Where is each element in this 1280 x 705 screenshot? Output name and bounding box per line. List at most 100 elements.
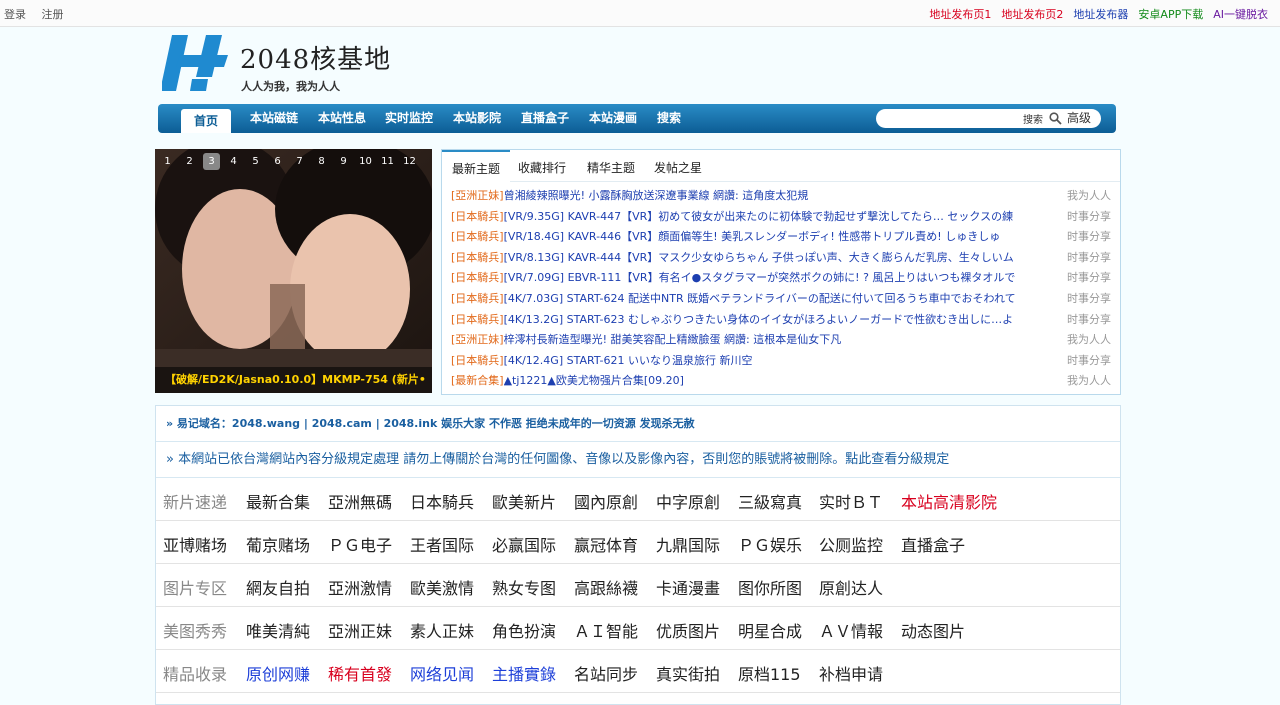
forum-board-link[interactable]: 最新合集 [246, 489, 310, 513]
search-button[interactable]: 搜索 [1023, 111, 1043, 126]
thread-author[interactable]: 时事分享 [1067, 227, 1111, 247]
slide-page-8[interactable]: 8 [313, 153, 330, 170]
thread-title[interactable]: [VR/18.4G] KAVR-446【VR】顔面偏等生! 美乳スレンダーボディ… [504, 227, 1001, 247]
site-logo[interactable]: 2048核基地 人人为我，我为人人 [162, 33, 422, 97]
forum-board-link[interactable]: 图你所图 [738, 575, 802, 599]
slide-page-10[interactable]: 10 [357, 153, 374, 170]
slide-page-12[interactable]: 12 [401, 153, 418, 170]
forum-board-link[interactable]: 熟女专图 [492, 575, 556, 599]
thread-category[interactable]: [亞洲正妹] [451, 333, 504, 346]
advanced-search-link[interactable]: 高级 [1067, 109, 1091, 126]
forum-board-link[interactable]: 歐美新片 [492, 489, 556, 513]
thread-category[interactable]: [日本騎兵] [451, 354, 504, 367]
top-link[interactable]: 地址发布器 [1073, 8, 1128, 21]
forum-board-link[interactable]: 稀有首發 [328, 661, 392, 685]
thread-author[interactable]: 时事分享 [1067, 248, 1111, 268]
forum-board-link[interactable]: 原创网赚 [246, 661, 310, 685]
thread-category[interactable]: [日本騎兵] [451, 251, 504, 264]
login-link[interactable]: 登录 [4, 8, 26, 21]
forum-board-link[interactable]: 亞洲正妹 [328, 618, 392, 642]
slide-page-11[interactable]: 11 [379, 153, 396, 170]
thread-title[interactable]: 曾湘綾辣照曝光! 小露酥胸放送深遼事業線 網讚: 這角度太犯規 [504, 186, 809, 206]
nav-item-magnet[interactable]: 本站磁链 [250, 104, 298, 133]
search-icon[interactable] [1049, 112, 1062, 125]
slide-page-6[interactable]: 6 [269, 153, 286, 170]
forum-board-link[interactable]: 真实街拍 [656, 661, 720, 685]
search-input[interactable] [884, 111, 1014, 126]
forum-board-link[interactable]: 原档115 [738, 661, 801, 685]
thread-title[interactable]: [VR/8.13G] KAVR-444【VR】マスク少女ゆらちゃん 子供っぽい声… [504, 248, 1014, 268]
tab-star-posters[interactable]: 发帖之星 [654, 159, 702, 176]
thread-category[interactable]: [日本騎兵] [451, 271, 504, 284]
thread-title[interactable]: [VR/9.35G] KAVR-447【VR】初めて彼女が出来たのに初体験で勃起… [504, 207, 1014, 227]
forum-board-link[interactable]: 日本騎兵 [410, 489, 474, 513]
thread-category[interactable]: [日本騎兵] [451, 313, 504, 326]
thread-category[interactable]: [日本騎兵] [451, 230, 504, 243]
thread-title[interactable]: [VR/7.09G] EBVR-111【VR】有名イ●スタグラマーが突然ボクの姉… [504, 268, 1016, 288]
forum-board-link[interactable]: 卡通漫畫 [656, 575, 720, 599]
thread-author[interactable]: 时事分享 [1067, 310, 1111, 330]
thread-category[interactable]: [亞洲正妹] [451, 189, 504, 202]
tab-latest[interactable]: 最新主题 [442, 150, 510, 182]
forum-board-link[interactable]: 赢冠体育 [574, 532, 638, 556]
slide-page-7[interactable]: 7 [291, 153, 308, 170]
thread-title[interactable]: [4K/13.2G] START-623 むしゃぶりつきたい身体のイイ女がほろよ… [504, 310, 1014, 330]
forum-board-link[interactable]: 歐美激情 [410, 575, 474, 599]
thread-title[interactable]: ▲tj1221▲欧美尤物强片合集[09.20] [504, 371, 684, 391]
forum-board-link[interactable]: 主播實錄 [492, 661, 556, 685]
forum-board-link[interactable]: 王者国际 [410, 532, 474, 556]
forum-board-link[interactable]: 三級寫真 [738, 489, 802, 513]
forum-board-link[interactable]: 优质图片 [656, 618, 720, 642]
forum-board-link[interactable]: 实时ＢＴ [819, 489, 883, 513]
thread-category[interactable]: [日本騎兵] [451, 210, 504, 223]
slide-page-5[interactable]: 5 [247, 153, 264, 170]
top-link[interactable]: AI一键脱衣 [1213, 8, 1268, 21]
forum-board-link[interactable]: 网络见闻 [410, 661, 474, 685]
forum-board-link[interactable]: 本站高清影院 [901, 489, 997, 513]
forum-board-link[interactable]: 中字原創 [656, 489, 720, 513]
top-link[interactable]: 安卓APP下载 [1138, 8, 1203, 21]
thread-title[interactable]: 梓澪村長新造型曝光! 甜美笑容配上精緻臉蛋 網讚: 這根本是仙女下凡 [504, 330, 842, 350]
slide-page-9[interactable]: 9 [335, 153, 352, 170]
nav-item-home[interactable]: 首页 [181, 109, 231, 133]
forum-board-link[interactable]: 角色扮演 [492, 618, 556, 642]
forum-board-link[interactable]: 直播盒子 [901, 532, 965, 556]
slide-image[interactable] [155, 149, 432, 393]
thread-author[interactable]: 时事分享 [1067, 268, 1111, 288]
featured-slideshow[interactable]: 1 2 3 4 5 6 7 8 9 10 11 12 【破解/ED2K/Jasna0.10.0】MKM… [155, 149, 432, 393]
register-link[interactable]: 注册 [42, 8, 64, 21]
forum-board-link[interactable]: 唯美清純 [246, 618, 310, 642]
thread-author[interactable]: 我为人人 [1067, 330, 1111, 350]
nav-item-monitor[interactable]: 实时监控 [385, 104, 433, 133]
forum-board-link[interactable]: 素人正妹 [410, 618, 474, 642]
thread-title[interactable]: [4K/7.03G] START-624 配送中NTR 既婚ベテランドライバーの… [504, 289, 1016, 309]
slide-page-2[interactable]: 2 [181, 153, 198, 170]
thread-author[interactable]: 时事分享 [1067, 289, 1111, 309]
tab-favorites[interactable]: 收藏排行 [518, 159, 566, 176]
forum-board-link[interactable]: 網友自拍 [246, 575, 310, 599]
forum-board-link[interactable]: 名站同步 [574, 661, 638, 685]
top-link[interactable]: 地址发布页2 [1001, 8, 1063, 21]
thread-author[interactable]: 我为人人 [1067, 186, 1111, 206]
nav-item-cinema[interactable]: 本站影院 [453, 104, 501, 133]
thread-title[interactable]: [4K/12.4G] START-621 いいなり温泉旅行 新川空 [504, 351, 753, 371]
thread-category[interactable]: [日本騎兵] [451, 292, 504, 305]
rating-notice[interactable]: » 本網站已依台灣網站內容分級規定處理 請勿上傳關於台灣的任何圖像、音像以及影像… [156, 442, 1120, 478]
forum-board-link[interactable]: 必赢国际 [492, 532, 556, 556]
forum-board-link[interactable]: ＡＶ情報 [819, 618, 883, 642]
nav-item-comics[interactable]: 本站漫画 [589, 104, 637, 133]
slide-page-3[interactable]: 3 [203, 153, 220, 170]
thread-author[interactable]: 我为人人 [1067, 371, 1111, 391]
forum-board-link[interactable]: 亞洲激情 [328, 575, 392, 599]
forum-board-link[interactable]: 國內原創 [574, 489, 638, 513]
forum-board-link[interactable]: 动态图片 [901, 618, 965, 642]
nav-item-search[interactable]: 搜索 [657, 104, 681, 133]
forum-board-link[interactable]: 补档申请 [819, 661, 883, 685]
domain-notice[interactable]: » 易记域名：2048.wang | 2048.cam | 2048.ink 娱… [156, 406, 1120, 442]
slide-page-4[interactable]: 4 [225, 153, 242, 170]
thread-author[interactable]: 时事分享 [1067, 207, 1111, 227]
nav-item-info[interactable]: 本站性息 [318, 104, 366, 133]
forum-board-link[interactable]: ＡＩ智能 [574, 618, 638, 642]
nav-item-live-box[interactable]: 直播盒子 [521, 104, 569, 133]
forum-board-link[interactable]: 葡京赌场 [246, 532, 310, 556]
